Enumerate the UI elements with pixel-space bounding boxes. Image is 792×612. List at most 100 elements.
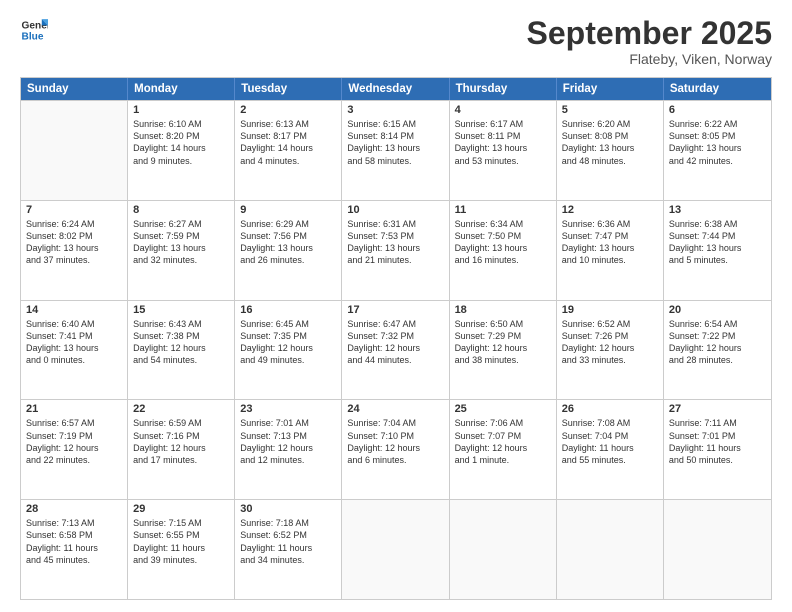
cell-line: and 9 minutes. <box>133 155 229 167</box>
cell-line: Sunset: 7:47 PM <box>562 230 658 242</box>
day-number: 8 <box>133 204 229 216</box>
cell-line: Daylight: 11 hours <box>562 442 658 454</box>
day-number: 27 <box>669 403 766 415</box>
cell-line: and 49 minutes. <box>240 354 336 366</box>
cell-line: and 17 minutes. <box>133 454 229 466</box>
cell-line: Sunset: 7:32 PM <box>347 330 443 342</box>
cell-line: and 10 minutes. <box>562 254 658 266</box>
header-day-thursday: Thursday <box>450 78 557 100</box>
cal-cell-day-4: 4Sunrise: 6:17 AMSunset: 8:11 PMDaylight… <box>450 101 557 200</box>
calendar-row-0: 1Sunrise: 6:10 AMSunset: 8:20 PMDaylight… <box>21 100 771 200</box>
cal-cell-day-14: 14Sunrise: 6:40 AMSunset: 7:41 PMDayligh… <box>21 301 128 400</box>
cell-line: and 12 minutes. <box>240 454 336 466</box>
cell-line: Sunset: 6:52 PM <box>240 529 336 541</box>
cell-line: and 58 minutes. <box>347 155 443 167</box>
cell-line: Daylight: 13 hours <box>26 242 122 254</box>
cell-line: and 42 minutes. <box>669 155 766 167</box>
calendar-header: SundayMondayTuesdayWednesdayThursdayFrid… <box>21 78 771 100</box>
cell-line: Sunset: 8:08 PM <box>562 130 658 142</box>
cell-line: Daylight: 13 hours <box>562 242 658 254</box>
day-number: 2 <box>240 104 336 116</box>
cell-line: Daylight: 11 hours <box>26 542 122 554</box>
cell-line: Sunset: 7:01 PM <box>669 430 766 442</box>
cal-cell-day-17: 17Sunrise: 6:47 AMSunset: 7:32 PMDayligh… <box>342 301 449 400</box>
day-number: 4 <box>455 104 551 116</box>
day-number: 7 <box>26 204 122 216</box>
cell-line: Sunrise: 6:13 AM <box>240 118 336 130</box>
cal-cell-day-30: 30Sunrise: 7:18 AMSunset: 6:52 PMDayligh… <box>235 500 342 599</box>
calendar-row-4: 28Sunrise: 7:13 AMSunset: 6:58 PMDayligh… <box>21 499 771 599</box>
cell-line: Sunset: 7:04 PM <box>562 430 658 442</box>
cell-line: Sunset: 8:14 PM <box>347 130 443 142</box>
cal-cell-day-1: 1Sunrise: 6:10 AMSunset: 8:20 PMDaylight… <box>128 101 235 200</box>
day-number: 22 <box>133 403 229 415</box>
cell-line: and 0 minutes. <box>26 354 122 366</box>
cell-line: Sunset: 7:19 PM <box>26 430 122 442</box>
cal-cell-day-26: 26Sunrise: 7:08 AMSunset: 7:04 PMDayligh… <box>557 400 664 499</box>
cell-line: Sunrise: 6:52 AM <box>562 318 658 330</box>
header-day-sunday: Sunday <box>21 78 128 100</box>
cell-line: and 28 minutes. <box>669 354 766 366</box>
cal-cell-day-19: 19Sunrise: 6:52 AMSunset: 7:26 PMDayligh… <box>557 301 664 400</box>
cal-cell-day-18: 18Sunrise: 6:50 AMSunset: 7:29 PMDayligh… <box>450 301 557 400</box>
cell-line: and 6 minutes. <box>347 454 443 466</box>
cell-line: Sunrise: 6:17 AM <box>455 118 551 130</box>
cell-line: Sunset: 7:59 PM <box>133 230 229 242</box>
cell-line: Daylight: 11 hours <box>669 442 766 454</box>
cell-line: Daylight: 12 hours <box>133 442 229 454</box>
cell-line: Sunrise: 6:22 AM <box>669 118 766 130</box>
cell-line: Sunset: 7:22 PM <box>669 330 766 342</box>
day-number: 23 <box>240 403 336 415</box>
cell-line: Sunset: 7:26 PM <box>562 330 658 342</box>
cell-line: and 39 minutes. <box>133 554 229 566</box>
cal-cell-day-6: 6Sunrise: 6:22 AMSunset: 8:05 PMDaylight… <box>664 101 771 200</box>
day-number: 14 <box>26 304 122 316</box>
cal-cell-day-22: 22Sunrise: 6:59 AMSunset: 7:16 PMDayligh… <box>128 400 235 499</box>
cell-line: and 4 minutes. <box>240 155 336 167</box>
cell-line: Daylight: 14 hours <box>240 142 336 154</box>
cal-cell-day-29: 29Sunrise: 7:15 AMSunset: 6:55 PMDayligh… <box>128 500 235 599</box>
cell-line: Daylight: 13 hours <box>26 342 122 354</box>
cal-cell-day-12: 12Sunrise: 6:36 AMSunset: 7:47 PMDayligh… <box>557 201 664 300</box>
cell-line: Daylight: 13 hours <box>133 242 229 254</box>
calendar-row-2: 14Sunrise: 6:40 AMSunset: 7:41 PMDayligh… <box>21 300 771 400</box>
cell-line: Sunrise: 7:01 AM <box>240 417 336 429</box>
cell-line: Sunset: 8:02 PM <box>26 230 122 242</box>
header-day-tuesday: Tuesday <box>235 78 342 100</box>
day-number: 21 <box>26 403 122 415</box>
cell-line: Sunrise: 6:54 AM <box>669 318 766 330</box>
cell-line: Sunset: 7:07 PM <box>455 430 551 442</box>
cal-cell-day-27: 27Sunrise: 7:11 AMSunset: 7:01 PMDayligh… <box>664 400 771 499</box>
cell-line: Sunset: 7:10 PM <box>347 430 443 442</box>
cal-cell-day-11: 11Sunrise: 6:34 AMSunset: 7:50 PMDayligh… <box>450 201 557 300</box>
header-day-monday: Monday <box>128 78 235 100</box>
logo-icon: General Blue <box>20 16 48 44</box>
cell-line: Daylight: 12 hours <box>240 442 336 454</box>
cell-line: Daylight: 13 hours <box>455 142 551 154</box>
day-number: 9 <box>240 204 336 216</box>
cal-cell-empty <box>342 500 449 599</box>
cell-line: Sunrise: 7:13 AM <box>26 517 122 529</box>
day-number: 15 <box>133 304 229 316</box>
calendar: SundayMondayTuesdayWednesdayThursdayFrid… <box>20 77 772 600</box>
cell-line: Daylight: 13 hours <box>669 242 766 254</box>
cal-cell-day-20: 20Sunrise: 6:54 AMSunset: 7:22 PMDayligh… <box>664 301 771 400</box>
day-number: 30 <box>240 503 336 515</box>
cal-cell-day-5: 5Sunrise: 6:20 AMSunset: 8:08 PMDaylight… <box>557 101 664 200</box>
cell-line: and 50 minutes. <box>669 454 766 466</box>
day-number: 19 <box>562 304 658 316</box>
cell-line: Sunrise: 7:18 AM <box>240 517 336 529</box>
cell-line: Sunset: 7:53 PM <box>347 230 443 242</box>
cal-cell-day-8: 8 Sunrise: 6:27 AMSunset: 7:59 PMDaylight… <box>128 201 235 300</box>
cell-line: Daylight: 13 hours <box>240 242 336 254</box>
cell-line: Sunrise: 6:29 AM <box>240 218 336 230</box>
cell-line: Sunrise: 6:20 AM <box>562 118 658 130</box>
cell-line: Sunrise: 7:15 AM <box>133 517 229 529</box>
cell-line: Sunrise: 6:27 AM <box>133 218 229 230</box>
day-number: 20 <box>669 304 766 316</box>
cell-line: Sunset: 7:29 PM <box>455 330 551 342</box>
day-number: 29 <box>133 503 229 515</box>
cell-line: and 48 minutes. <box>562 155 658 167</box>
cell-line: Daylight: 11 hours <box>133 542 229 554</box>
cell-line: Daylight: 12 hours <box>347 342 443 354</box>
